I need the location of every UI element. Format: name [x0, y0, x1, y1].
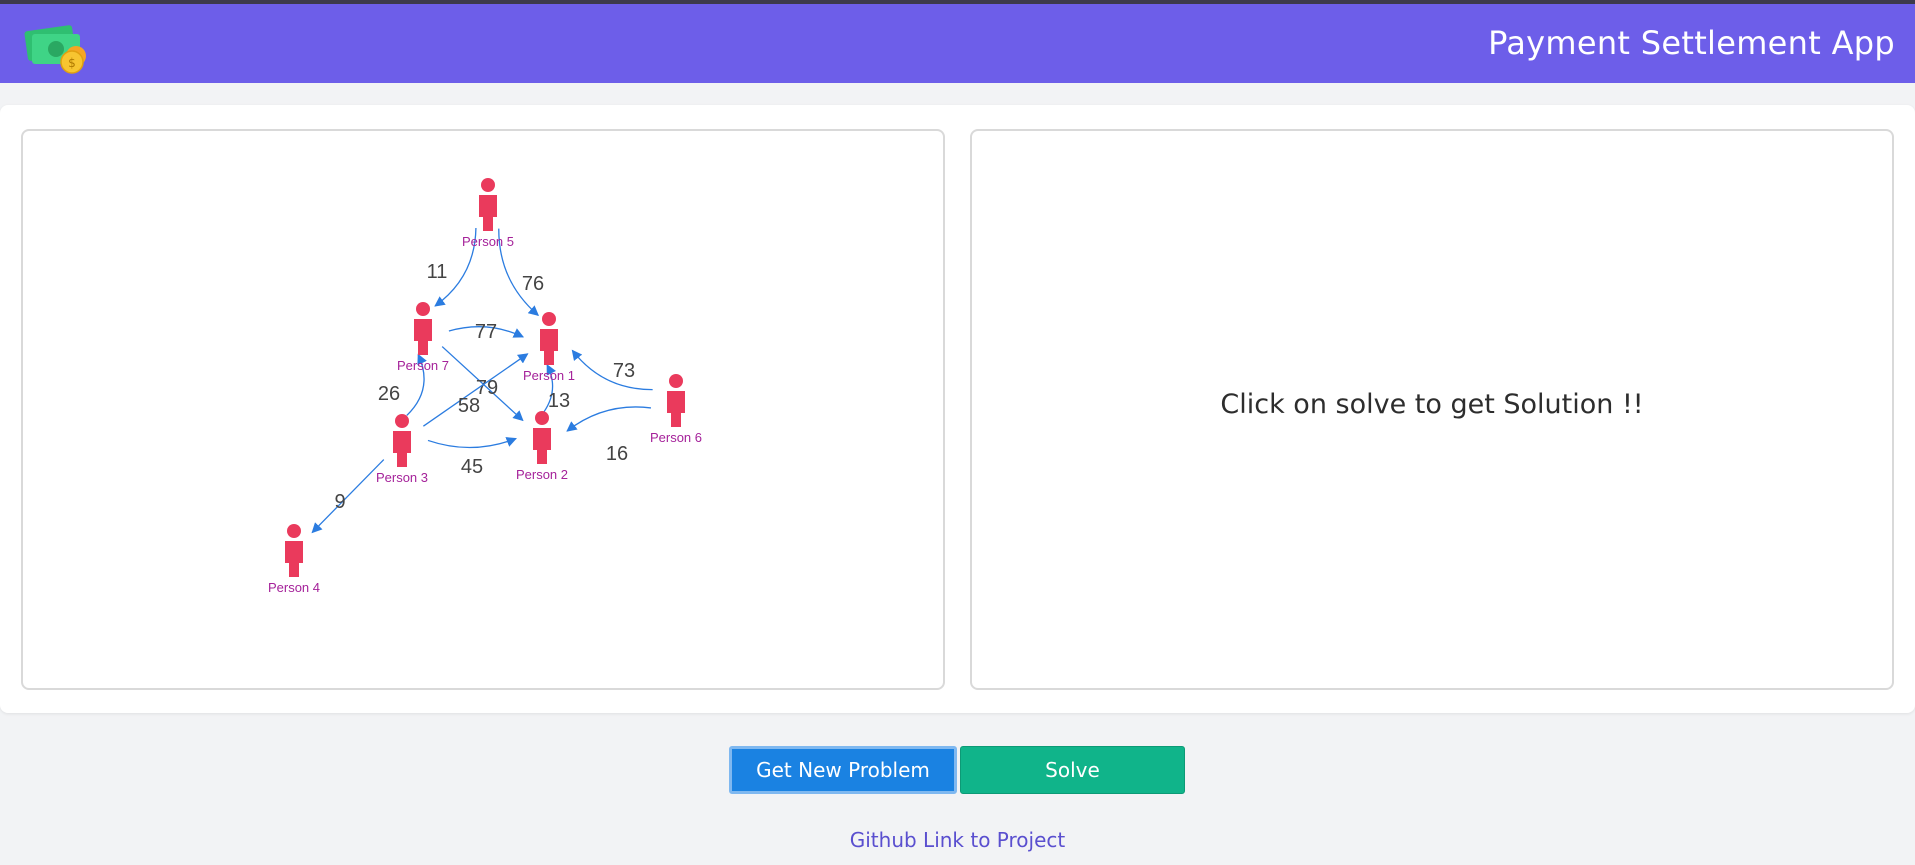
- edge-p3-p2: [427, 437, 517, 449]
- person-icon: [416, 302, 430, 316]
- svg-text:$: $: [68, 56, 76, 70]
- edge-amount-p6-p1: 73: [613, 360, 635, 382]
- node-p6[interactable]: Person 6: [650, 374, 702, 445]
- edge-amount-p5-p7: 11: [427, 261, 448, 283]
- person-body: [479, 195, 497, 231]
- person-body: [540, 329, 558, 365]
- solution-panel: Click on solve to get Solution !!: [970, 129, 1894, 690]
- node-label: Person 1: [523, 368, 575, 383]
- edge-amount-p3-p1: 58: [458, 395, 480, 417]
- person-icon: [535, 411, 549, 425]
- person-body: [414, 319, 432, 355]
- github-link[interactable]: Github Link to Project: [0, 828, 1915, 852]
- person-body: [285, 541, 303, 577]
- edge-amount-p6-p2: 16: [606, 443, 628, 465]
- person-icon: [395, 414, 409, 428]
- edge-p6-p2: [566, 406, 652, 432]
- person-icon: [669, 374, 683, 388]
- edge-amount-p3-p2: 45: [461, 456, 483, 478]
- money-coins-icon: $: [24, 25, 86, 74]
- solution-message: Click on solve to get Solution !!: [1220, 389, 1644, 420]
- person-icon: [481, 178, 495, 192]
- solve-button[interactable]: Solve: [960, 746, 1185, 794]
- node-p7[interactable]: Person 7: [397, 302, 449, 373]
- node-p2[interactable]: Person 2: [516, 411, 568, 482]
- node-p3[interactable]: Person 3: [376, 414, 428, 485]
- edge-amount-p3-p4: 9: [334, 491, 345, 513]
- node-label: Person 2: [516, 467, 568, 482]
- node-p4[interactable]: Person 4: [268, 524, 320, 595]
- person-icon: [287, 524, 301, 538]
- problem-graph-panel: 11 76 77 73 26 79 58 13 16 45 9 Person 1 Person 2 Per…: [21, 129, 945, 690]
- edge-amount-p2-p1: 13: [548, 390, 570, 412]
- node-label: Person 7: [397, 358, 449, 373]
- person-body: [533, 428, 551, 464]
- node-p5[interactable]: Person 5: [462, 178, 514, 249]
- node-label: Person 5: [462, 234, 514, 249]
- node-label: Person 3: [376, 470, 428, 485]
- edge-amount-p5-p1: 76: [522, 273, 544, 295]
- debt-graph: 1176777326 7958 1316459Person 1Person 2Per…: [268, 178, 702, 595]
- node-label: Person 6: [650, 430, 702, 445]
- person-icon: [542, 312, 556, 326]
- person-body: [667, 391, 685, 427]
- app-header: $ Payment Settlement App: [0, 4, 1915, 83]
- get-new-problem-button[interactable]: Get New Problem: [729, 746, 957, 794]
- person-body: [393, 431, 411, 467]
- edge-amount-p3-p7: 26: [378, 383, 400, 405]
- app-title: Payment Settlement App: [1488, 24, 1895, 62]
- node-p1[interactable]: Person 1: [523, 312, 575, 383]
- node-label: Person 4: [268, 580, 320, 595]
- edge-amount-p7-p1: 77: [475, 321, 497, 343]
- edge-p3-p4: [311, 459, 385, 534]
